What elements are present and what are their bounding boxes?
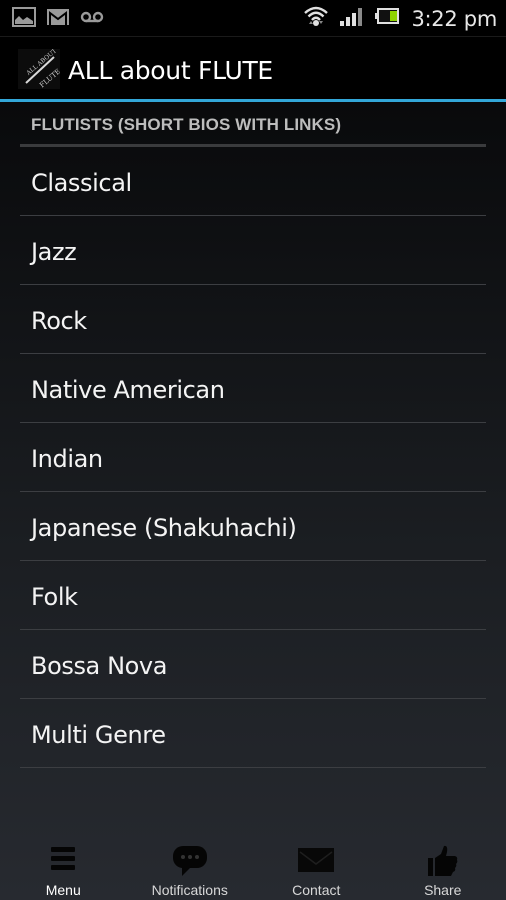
list-item-folk[interactable]: Folk [20,561,486,630]
status-bar: 3:22 pm [0,0,506,37]
envelope-icon [297,844,335,879]
gallery-icon [12,7,36,32]
status-clock: 3:22 pm [411,6,497,31]
bottom-nav: Menu Notifications Contact Share [0,832,506,900]
action-bar: ALL ABOUT FLUTE ALL about FLUTE [0,37,506,102]
list-item-multi-genre[interactable]: Multi Genre [20,699,486,768]
nav-notifications[interactable]: Notifications [127,832,254,900]
logo-text-bottom: FLUTE [38,67,60,89]
list-item-label: Japanese (Shakuhachi) [31,514,297,542]
app-logo[interactable]: ALL ABOUT FLUTE [18,48,62,89]
list-item-native-american[interactable]: Native American [20,354,486,423]
list-item-indian[interactable]: Indian [20,423,486,492]
nav-menu[interactable]: Menu [0,832,127,900]
list-item-classical[interactable]: Classical [20,147,486,216]
gmail-icon [46,7,70,32]
nav-share[interactable]: Share [380,832,506,900]
list-item-bossa-nova[interactable]: Bossa Nova [20,630,486,699]
genre-list: Classical Jazz Rock Native American Indi… [20,147,486,768]
voicemail-icon [80,7,104,32]
nav-label: Notifications [151,882,228,898]
list-item-label: Rock [31,307,87,335]
list-item-jazz[interactable]: Jazz [20,216,486,285]
list-item-rock[interactable]: Rock [20,285,486,354]
list-item-label: Native American [31,376,225,404]
signal-icon [339,5,365,32]
nav-label: Share [424,882,462,898]
list-item-label: Indian [31,445,103,473]
list-item-label: Classical [31,169,132,197]
list-item-label: Jazz [31,238,77,266]
nav-contact[interactable]: Contact [253,832,380,900]
thumbs-up-icon [427,844,459,883]
list-item-label: Bossa Nova [31,652,168,680]
wifi-icon [303,4,329,33]
nav-label: Contact [292,882,341,898]
list-item-label: Multi Genre [31,721,166,749]
menu-icon [49,844,77,879]
battery-icon [375,6,401,31]
list-item-label: Folk [31,583,78,611]
app-title: ALL about FLUTE [68,56,273,85]
list-item-japanese[interactable]: Japanese (Shakuhachi) [20,492,486,561]
nav-label: Menu [45,882,81,898]
section-header: FLUTISTS (SHORT BIOS WITH LINKS) [31,115,342,134]
chat-bubble-icon [172,844,208,883]
